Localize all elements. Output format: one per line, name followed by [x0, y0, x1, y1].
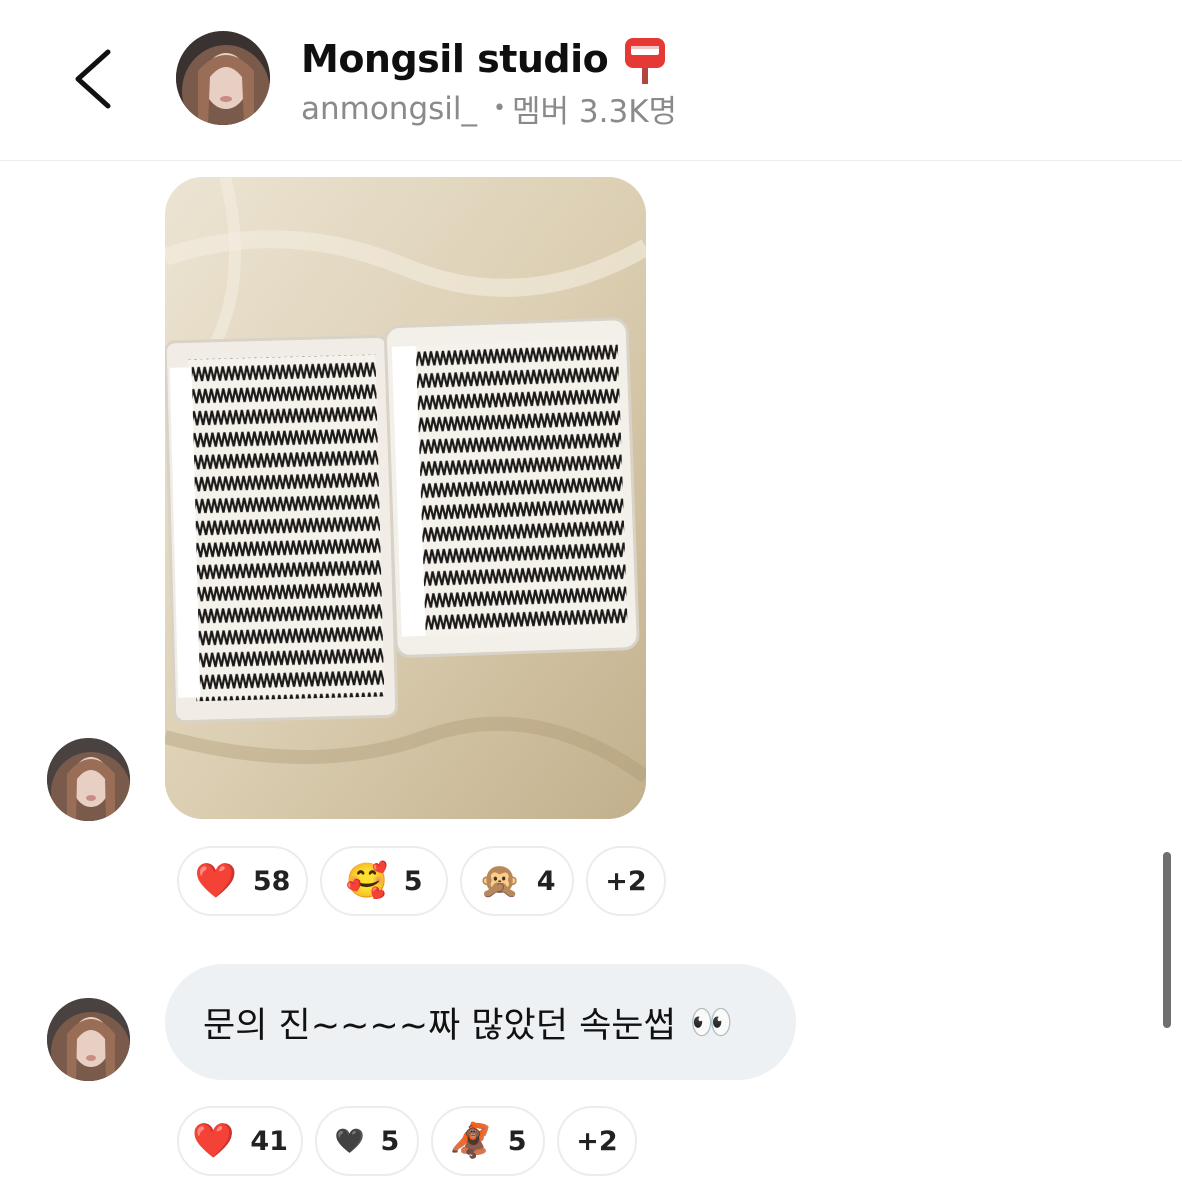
eyes-icon: 👀 [689, 1002, 734, 1043]
reaction-count: 41 [250, 1125, 288, 1157]
reaction-bar: ❤️ 58 🥰 5 🙊 4 +2 [177, 846, 666, 916]
red-heart-icon: ❤️ [194, 861, 237, 901]
reaction-pill-speak-no-evil[interactable]: 🙊 4 [460, 846, 574, 916]
black-heart-icon: 🖤 [334, 1127, 365, 1155]
reaction-pill-heart[interactable]: ❤️ 41 [177, 1106, 303, 1176]
channel-title-row: Mongsil studio [301, 34, 668, 84]
message-bubble[interactable]: 문의 진~~~~짜 많았던 속눈썹 👀 [165, 964, 796, 1080]
message-text: 문의 진~~~~짜 많았던 속눈썹 [203, 1005, 676, 1046]
reaction-bar: ❤️ 41 🖤 5 🦧 5 +2 [177, 1106, 637, 1176]
reaction-pill-more[interactable]: +2 [557, 1106, 637, 1176]
member-count: 멤버 3.3K명 [512, 94, 678, 130]
reaction-count: 5 [403, 865, 423, 897]
speak-no-evil-monkey-icon: 🙊 [478, 861, 521, 901]
channel-header: Mongsil studio anmongsil_ • 멤버 3.3K명 [0, 0, 1182, 161]
postbox-icon [625, 38, 666, 84]
red-heart-icon: ❤️ [192, 1121, 235, 1161]
reaction-pill-orangutan[interactable]: 🦧 5 [431, 1106, 545, 1176]
sender-avatar[interactable] [47, 998, 130, 1081]
orangutan-icon: 🦧 [449, 1121, 492, 1161]
channel-title: Mongsil studio [301, 37, 609, 81]
back-button[interactable] [66, 44, 126, 114]
reaction-pill-smiling-hearts[interactable]: 🥰 5 [320, 846, 448, 916]
message-image[interactable] [165, 177, 646, 819]
more-reactions-count: +2 [576, 1125, 618, 1157]
channel-handle: anmongsil_ [301, 90, 478, 127]
reaction-pill-heart[interactable]: ❤️ 58 [177, 846, 308, 916]
more-reactions-count: +2 [605, 865, 647, 897]
chevron-left-icon [75, 49, 111, 109]
reaction-count: 5 [507, 1125, 527, 1157]
scrollbar-thumb[interactable] [1163, 852, 1171, 1028]
channel-subtitle: anmongsil_ • 멤버 3.3K명 [301, 86, 677, 131]
reaction-count: 5 [380, 1125, 400, 1157]
separator-dot: • [493, 96, 506, 121]
reaction-pill-black-heart[interactable]: 🖤 5 [315, 1106, 419, 1176]
smiling-face-with-hearts-icon: 🥰 [345, 861, 388, 901]
reaction-pill-more[interactable]: +2 [586, 846, 666, 916]
sender-avatar[interactable] [47, 738, 130, 821]
reaction-count: 4 [536, 865, 556, 897]
channel-avatar[interactable] [176, 31, 270, 125]
reaction-count: 58 [252, 865, 291, 897]
